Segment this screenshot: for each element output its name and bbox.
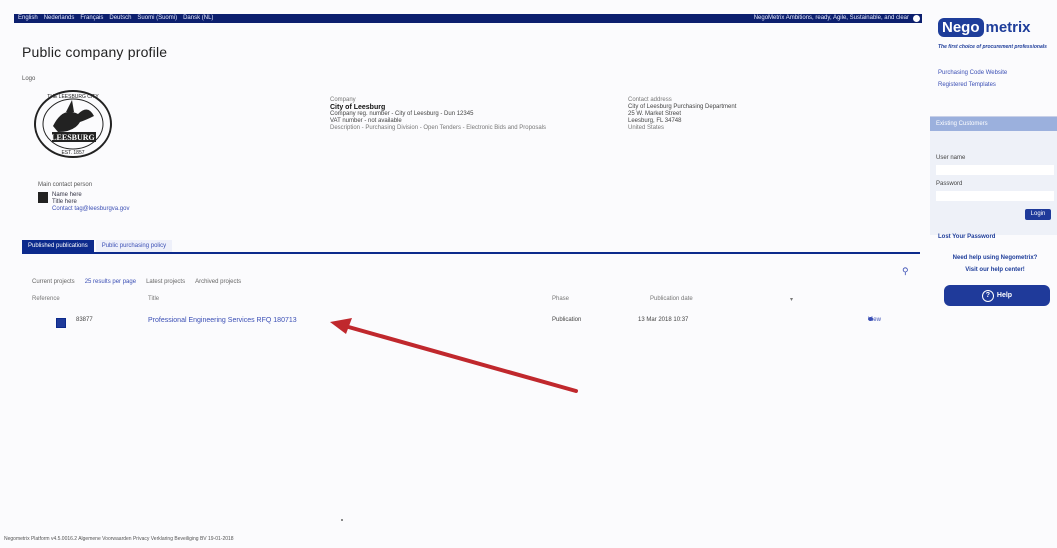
top-notice: NegoMetrix Ambitions, ready, Agile, Sust… — [753, 15, 909, 21]
annotation-arrow — [330, 318, 578, 393]
seal-top-text: THE LEESBURG CITY — [47, 94, 99, 100]
contact-email-link[interactable]: Contact tag@leesburgva.gov — [52, 206, 129, 213]
password-label: Password — [936, 181, 963, 187]
company-reg: Company reg. number - City of Leesburg -… — [330, 111, 474, 117]
company-vat: VAT number - not available — [330, 118, 402, 124]
top-nav-bar: English Nederlands Français Deutsch Suom… — [14, 14, 922, 23]
contact-avatar-icon — [38, 192, 48, 203]
lang-english[interactable]: English — [18, 14, 38, 23]
filter-archived[interactable]: Archived projects — [195, 279, 241, 285]
sort-arrow-icon[interactable]: ▾ — [790, 296, 793, 303]
brand-metrix: metrix — [985, 19, 1031, 36]
seal-name-text: LEESBURG — [51, 133, 95, 142]
negometrix-logo[interactable]: Nego metrix — [938, 18, 1031, 37]
footer-text: Negometrix Platform v4.5.0016.2 Algemene… — [4, 536, 234, 542]
brand-nego: Nego — [938, 18, 984, 37]
col-publication-date[interactable]: Publication date — [650, 296, 693, 302]
address-line-2: 25 W. Market Street — [628, 111, 682, 117]
filter-label: Current projects — [32, 279, 75, 285]
login-panel: Existing Customers User name Password Lo… — [930, 116, 1057, 235]
address-line-4: United States — [628, 125, 665, 131]
help-circle-icon[interactable] — [913, 15, 920, 22]
company-name: City of Leesburg — [330, 104, 386, 111]
col-reference[interactable]: Reference — [32, 296, 60, 302]
lost-password-link[interactable]: Lost Your Password — [938, 234, 995, 240]
row-phase: Publication — [552, 317, 582, 323]
company-label: Company — [330, 97, 356, 103]
address-line-3: Leesburg, FL 34748 — [628, 118, 682, 124]
visit-help-text: Visit our help center! — [965, 267, 1025, 273]
profile-tabs: Published publications Public purchasing… — [22, 240, 920, 254]
company-description: Description - Purchasing Division - Open… — [330, 125, 546, 131]
password-input[interactable] — [936, 191, 1054, 201]
address-line-1: City of Leesburg Purchasing Department — [628, 104, 737, 110]
search-icon[interactable]: ⚲ — [902, 266, 909, 277]
lang-francais[interactable]: Français — [80, 14, 103, 23]
help-button[interactable]: ? Help — [944, 285, 1050, 306]
logo-label: Logo — [22, 76, 36, 82]
city-seal-logo: LEESBURG THE LEESBURG CITY EST. 1857 — [34, 90, 112, 158]
purchasing-code-link[interactable]: Purchasing Code Website — [938, 67, 1007, 79]
login-button[interactable]: Login — [1025, 209, 1051, 220]
registered-templates-link[interactable]: Registered Templates — [938, 79, 1007, 91]
help-button-label: Help — [996, 292, 1013, 299]
tab-published-publications[interactable]: Published publications — [22, 240, 94, 252]
lang-nederlands[interactable]: Nederlands — [44, 14, 75, 23]
sidebar-links: Purchasing Code Website Registered Templ… — [938, 67, 1007, 91]
help-prompt: Need help using Negometrix? Visit our he… — [936, 252, 1054, 276]
contact-name: Name here — [52, 192, 82, 198]
tab-purchasing-policy[interactable]: Public purchasing policy — [95, 240, 173, 252]
filter-bar: Current projects 25 results per page Lat… — [32, 279, 241, 285]
username-label: User name — [936, 155, 966, 161]
contact-address: Contact address City of Leesburg Purchas… — [628, 97, 828, 132]
loading-dot — [341, 519, 343, 521]
lang-deutsch[interactable]: Deutsch — [109, 14, 131, 23]
brand-tagline: The first choice of procurement professi… — [938, 44, 1047, 50]
filter-latest[interactable]: Latest projects — [146, 279, 185, 285]
company-info: Company City of Leesburg Company reg. nu… — [330, 97, 600, 132]
contact-role: Title here — [52, 199, 77, 205]
tender-title-link[interactable]: Professional Engineering Services RFQ 18… — [148, 317, 297, 324]
col-title[interactable]: Title — [148, 296, 159, 302]
username-input[interactable] — [936, 165, 1054, 175]
row-date: 13 Mar 2018 10:37 — [638, 317, 689, 323]
need-help-text: Need help using Negometrix? — [952, 255, 1038, 261]
view-label: View — [868, 317, 881, 323]
table-row: 83877 Professional Engineering Services … — [32, 317, 912, 329]
results-per-page-select[interactable]: 25 results per page — [85, 279, 136, 285]
page-title: Public company profile — [22, 44, 168, 60]
login-header: Existing Customers — [930, 117, 1057, 131]
language-selector: English Nederlands Français Deutsch Suom… — [14, 14, 213, 23]
address-label: Contact address — [628, 97, 672, 103]
table-header: Reference Title Phase Publication date ▾ — [32, 296, 912, 306]
contact-label: Main contact person — [38, 182, 93, 188]
contact-card: Name here Title here Contact tag@leesbur… — [38, 192, 129, 213]
help-circle-icon-2: ? — [981, 289, 994, 302]
document-icon — [56, 318, 66, 328]
seal-est-text: EST. 1857 — [61, 150, 84, 156]
row-reference: 83877 — [76, 317, 93, 323]
lang-suomi[interactable]: Suomi (Suomi) — [137, 14, 177, 23]
lang-dansk[interactable]: Dansk (NL) — [183, 14, 213, 23]
col-phase[interactable]: Phase — [552, 296, 569, 302]
